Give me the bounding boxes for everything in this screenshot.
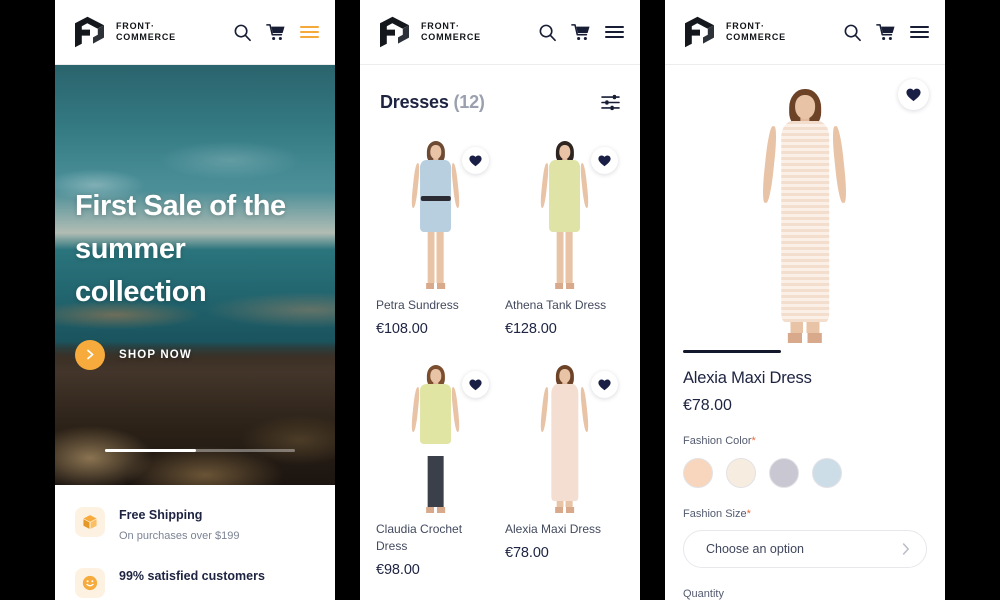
feature-title: Free Shipping (119, 508, 203, 522)
fashion-color-label: Fashion Color* (683, 435, 756, 447)
hero-content: First Sale of the summer collection SHOP… (75, 185, 315, 370)
required-mark: * (751, 435, 756, 447)
front-commerce-logo-icon (685, 16, 714, 48)
features-list: Free Shipping On purchases over $199 99%… (55, 485, 335, 599)
page-title: Dresses (12) (380, 92, 485, 113)
brand-name-category: FRONT· COMMERCE (421, 21, 481, 42)
chevron-right-icon (902, 543, 909, 555)
hero-banner: First Sale of the summer collection SHOP… (55, 65, 335, 485)
quantity-label: Quantity (683, 588, 724, 600)
brand-name-product: FRONT· COMMERCE (726, 21, 786, 42)
category-header: Dresses (12) (360, 65, 640, 131)
smiley-face-icon (75, 568, 105, 599)
product-name: Alexia Maxi Dress (505, 522, 602, 537)
product-price: €128.00 (505, 321, 557, 338)
brand-logo-product[interactable]: FRONT· COMMERCE (683, 16, 786, 48)
heart-icon[interactable] (462, 147, 489, 174)
app-header-category: FRONT· COMMERCE (360, 0, 640, 65)
front-commerce-logo-icon (380, 16, 409, 48)
fashion-size-label: Fashion Size* (683, 508, 751, 520)
brand-logo-category[interactable]: FRONT· COMMERCE (378, 16, 481, 48)
hamburger-menu-icon[interactable] (605, 25, 624, 39)
required-mark: * (746, 508, 751, 520)
color-swatch-ivory[interactable] (726, 458, 756, 488)
shop-now-label: SHOP NOW (119, 348, 192, 361)
product-thumbnail[interactable] (374, 355, 497, 514)
header-icons-product (843, 23, 929, 42)
category-name: Dresses (380, 92, 449, 112)
product-thumbnail[interactable] (374, 131, 497, 289)
heart-icon[interactable] (591, 147, 618, 174)
product-thumbnail[interactable] (503, 355, 626, 514)
hamburger-menu-icon[interactable] (910, 25, 929, 39)
search-icon[interactable] (538, 23, 557, 42)
brand-logo-home[interactable]: FRONT· COMMERCE (73, 16, 176, 48)
product-meta: Alexia Maxi Dress €78.00 (503, 521, 626, 575)
feature-item-satisfaction: 99% satisfied customers (75, 568, 315, 599)
carousel-progress-indicator[interactable] (105, 449, 295, 452)
product-name: Athena Tank Dress (505, 298, 607, 312)
phone-panel-category: FRONT· COMMERCE Dresses (12) Petra Sundr… (360, 0, 640, 600)
product-name: Claudia Crochet Dress (376, 522, 463, 554)
category-count: (12) (453, 92, 485, 112)
color-swatch-peach[interactable] (683, 458, 713, 488)
product-card[interactable]: Athena Tank Dress €128.00 (503, 131, 626, 351)
product-thumbnail[interactable] (503, 131, 626, 289)
product-grid: Petra Sundress €108.00 Athena Tank Dress… (360, 131, 640, 592)
app-header-product: FRONT· COMMERCE (665, 0, 945, 65)
product-meta: Petra Sundress €108.00 (374, 297, 497, 351)
feature-item-shipping: Free Shipping On purchases over $199 (75, 507, 315, 544)
size-select[interactable]: Choose an option (683, 530, 927, 568)
product-price: €78.00 (683, 397, 732, 414)
model-figure-main (739, 85, 871, 343)
gallery-progress-indicator[interactable] (683, 350, 781, 353)
product-price: €78.00 (505, 545, 549, 562)
product-gallery[interactable] (665, 65, 945, 353)
hamburger-menu-icon[interactable] (300, 25, 319, 39)
size-select-placeholder: Choose an option (706, 542, 804, 556)
product-title: Alexia Maxi Dress (683, 369, 812, 387)
front-commerce-logo-icon (75, 16, 104, 48)
chevron-right-icon (75, 339, 105, 370)
color-swatch-group (683, 458, 927, 488)
phone-panel-product: FRONT· COMMERCE Alexia Maxi Dress €78.00… (665, 0, 945, 600)
screenshot-stage: FRONT· COMMERCE First Sale of the summer… (0, 0, 1000, 600)
product-details: Alexia Maxi Dress €78.00 Fashion Color* … (665, 353, 945, 600)
search-icon[interactable] (233, 23, 252, 42)
product-card[interactable]: Petra Sundress €108.00 (374, 131, 497, 351)
color-swatch-silver[interactable] (769, 458, 799, 488)
product-card[interactable]: Claudia Crochet Dress €98.00 (374, 355, 497, 592)
product-meta: Claudia Crochet Dress €98.00 (374, 521, 497, 592)
search-icon[interactable] (843, 23, 862, 42)
product-price: €98.00 (376, 562, 420, 579)
hero-title: First Sale of the summer collection (75, 190, 286, 308)
header-icons-category (538, 23, 624, 42)
product-meta: Athena Tank Dress €128.00 (503, 297, 626, 351)
heart-icon[interactable] (462, 371, 489, 399)
product-price: €108.00 (376, 321, 428, 338)
heart-icon[interactable] (898, 79, 929, 110)
heart-icon[interactable] (591, 371, 618, 399)
cart-icon[interactable] (571, 23, 591, 42)
app-header-home: FRONT· COMMERCE (55, 0, 335, 65)
filter-sliders-icon[interactable] (601, 94, 620, 111)
feature-subtitle: On purchases over $199 (119, 530, 240, 543)
phone-panel-home: FRONT· COMMERCE First Sale of the summer… (55, 0, 335, 600)
shop-now-button[interactable]: SHOP NOW (75, 339, 192, 370)
product-name: Petra Sundress (376, 298, 459, 312)
product-card[interactable]: Alexia Maxi Dress €78.00 (503, 355, 626, 592)
color-swatch-blue[interactable] (812, 458, 842, 488)
cart-icon[interactable] (876, 23, 896, 42)
cart-icon[interactable] (266, 23, 286, 42)
header-icons-home (233, 23, 319, 42)
package-box-icon (75, 507, 105, 537)
feature-title: 99% satisfied customers (119, 569, 265, 584)
brand-name-home: FRONT· COMMERCE (116, 21, 176, 42)
